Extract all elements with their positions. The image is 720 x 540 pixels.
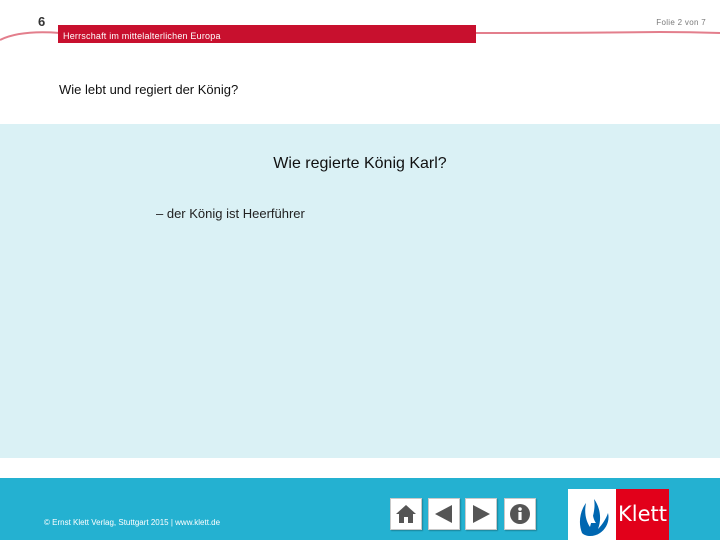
home-icon — [396, 505, 416, 523]
content-panel: Wie regierte König Karl? – der König ist… — [0, 124, 720, 458]
bullet-item: – der König ist Heerführer — [156, 206, 305, 221]
home-button[interactable] — [390, 498, 422, 530]
klett-wordmark: Klett — [618, 502, 667, 526]
content-title: Wie regierte König Karl? — [273, 155, 447, 172]
arrow-left-icon — [435, 505, 452, 523]
klett-mark-icon — [579, 499, 609, 536]
klett-wordmark-box: Klett — [616, 489, 669, 540]
next-slide-button[interactable] — [465, 498, 497, 530]
info-icon — [510, 504, 530, 524]
slide-question: Wie lebt und regiert der König? — [59, 82, 239, 97]
copyright-text: © Ernst Klett Verlag, Stuttgart 2015 | w… — [44, 518, 221, 527]
info-button[interactable] — [504, 498, 536, 530]
chapter-banner: Herrschaft im mittelalterlichen Europa — [58, 25, 476, 43]
chapter-title: Herrschaft im mittelalterlichen Europa — [63, 31, 221, 41]
footer: © Ernst Klett Verlag, Stuttgart 2015 | w… — [0, 478, 720, 540]
previous-slide-button[interactable] — [428, 498, 460, 530]
klett-logo: Klett — [568, 489, 669, 540]
arrow-right-icon — [473, 505, 490, 523]
